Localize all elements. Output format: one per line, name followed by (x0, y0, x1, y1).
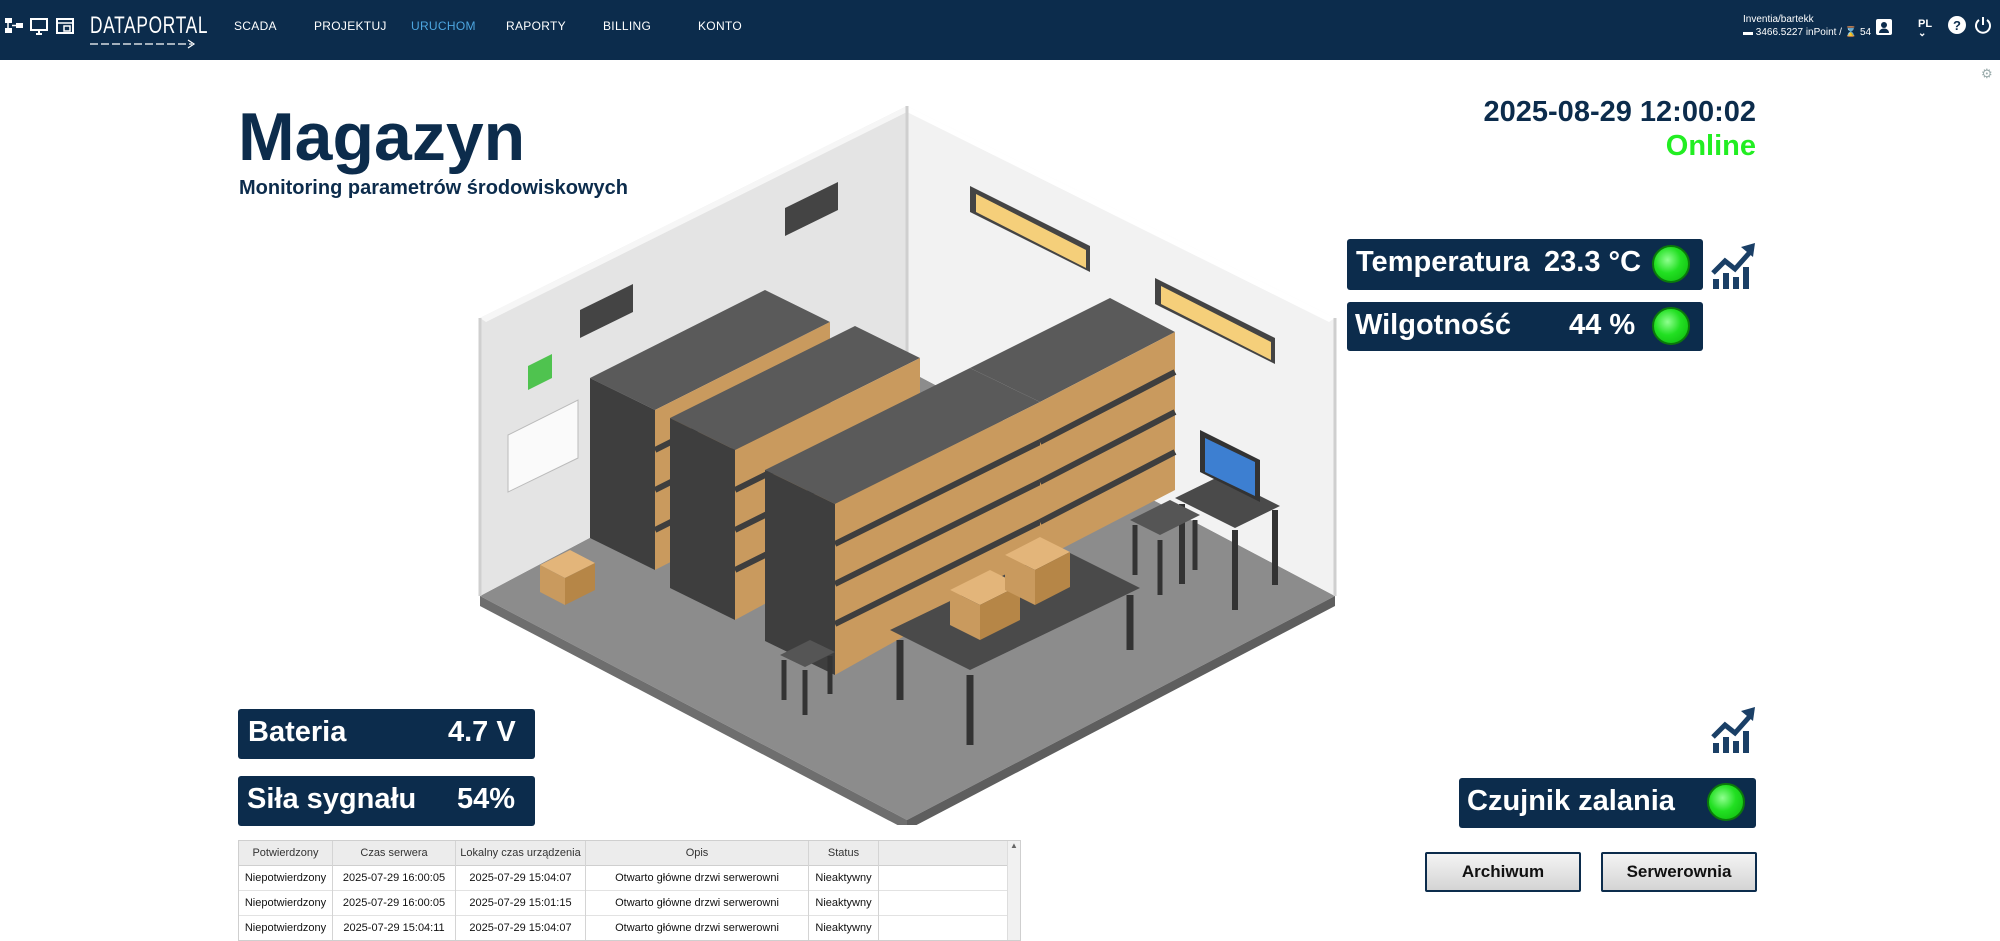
nav-billing[interactable]: BILLING (603, 19, 651, 33)
chevron-down-icon: ⌄ (1918, 28, 1927, 39)
nav-scada[interactable]: SCADA (234, 19, 277, 33)
cell-status: Nieaktywny (809, 866, 879, 891)
gear-icon[interactable]: ⚙ (1981, 66, 1993, 82)
flood-sensor-panel: Czujnik zalania (1459, 778, 1756, 828)
alarm-table: Potwierdzony Czas serwera Lokalny czas u… (238, 840, 1021, 941)
battery-panel: Bateria 4.7 V (238, 709, 535, 759)
column-header-server-time[interactable]: Czas serwera (333, 841, 456, 866)
wallet-icon: ▬ (1743, 27, 1753, 38)
cell-server-time: 2025-07-29 15:04:11 (333, 916, 456, 940)
account-count: 54 (1859, 27, 1872, 38)
temperature-label: Temperatura (1356, 246, 1530, 278)
cell-description: Otwarto główne drzwi serwerowni (586, 866, 809, 891)
temperature-status-led (1652, 245, 1690, 283)
connection-status: Online (1665, 130, 1756, 162)
account-info[interactable]: Inventia/bartekk ▬ 3466.5227 inPoint / ⌛… (1743, 13, 1871, 39)
signal-label: Siła sygnału (247, 783, 417, 815)
cell-status: Nieaktywny (809, 891, 879, 916)
nav-konto[interactable]: KONTO (698, 19, 742, 33)
account-balance: 3466.5227 inPoint / (1755, 27, 1842, 38)
table-header-row: Potwierdzony Czas serwera Lokalny czas u… (239, 841, 1009, 866)
cell-description: Otwarto główne drzwi serwerowni (586, 891, 809, 916)
dataportal-logo[interactable]: DATAPORTAL (88, 10, 208, 50)
battery-label: Bateria (248, 716, 347, 748)
window-icon[interactable] (55, 16, 75, 36)
help-icon[interactable]: ? (1947, 15, 1967, 35)
table-row[interactable]: Niepotwierdzony 2025-07-29 15:04:11 2025… (239, 916, 1009, 940)
nav-projektuj[interactable]: PROJEKTUJ (314, 19, 387, 33)
monitor-icon[interactable] (29, 16, 49, 36)
hourglass-icon: ⌛ (1844, 27, 1858, 38)
column-header-local-time[interactable]: Lokalny czas urządzenia (456, 841, 586, 866)
humidity-value: 44 % (1569, 309, 1636, 341)
cell-status: Nieaktywny (809, 916, 879, 940)
table-row[interactable]: Niepotwierdzony 2025-07-29 16:00:05 2025… (239, 891, 1009, 916)
cell-confirmed: Niepotwierdzony (239, 891, 333, 916)
humidity-panel: Wilgotność 44 % (1347, 302, 1703, 351)
column-header-description[interactable]: Opis (586, 841, 809, 866)
temperature-value: 23.3 °C (1544, 246, 1642, 278)
warehouse-illustration (478, 106, 1337, 825)
nav-uruchom[interactable]: URUCHOM (411, 19, 476, 33)
cell-local-time: 2025-07-29 15:04:07 (456, 916, 586, 940)
account-user: Inventia/bartekk (1743, 14, 1814, 25)
battery-value: 4.7 V (448, 716, 516, 748)
server-room-button[interactable]: Serwerownia (1601, 852, 1757, 892)
table-row[interactable]: Niepotwierdzony 2025-07-29 16:00:05 2025… (239, 866, 1009, 891)
archive-button[interactable]: Archiwum (1425, 852, 1581, 892)
cell-server-time: 2025-07-29 16:00:05 (333, 891, 456, 916)
cell-confirmed: Niepotwierdzony (239, 866, 333, 891)
logo-arrow-icon (90, 39, 196, 49)
humidity-label: Wilgotność (1355, 309, 1512, 341)
cell-local-time: 2025-07-29 15:01:15 (456, 891, 586, 916)
svg-text:?: ? (1953, 18, 1961, 33)
nav-raporty[interactable]: RAPORTY (506, 19, 566, 33)
network-icon[interactable] (4, 16, 24, 36)
column-header-confirmed[interactable]: Potwierdzony (239, 841, 333, 866)
power-icon[interactable] (1973, 15, 1993, 35)
language-selector[interactable]: PL ⌄ (1918, 18, 1932, 39)
signal-value: 54% (457, 783, 516, 815)
account-balance-line: ▬ 3466.5227 inPoint / ⌛ 54 (1743, 26, 1871, 39)
trend-chart-icon[interactable] (1709, 703, 1757, 753)
temperature-panel: Temperatura 23.3 °C (1347, 239, 1703, 290)
cell-confirmed: Niepotwierdzony (239, 916, 333, 940)
signal-panel: Siła sygnału 54% (238, 776, 535, 826)
cell-local-time: 2025-07-29 15:04:07 (456, 866, 586, 891)
scroll-up-icon[interactable]: ▲ (1008, 841, 1020, 850)
humidity-status-led (1652, 307, 1690, 345)
trend-chart-icon[interactable] (1709, 239, 1757, 289)
user-icon[interactable] (1874, 17, 1894, 37)
top-navigation-bar: DATAPORTAL SCADA PROJEKTUJ URUCHOM RAPOR… (0, 0, 2000, 60)
flood-sensor-status-led (1707, 783, 1745, 821)
logo-text: DATAPORTAL (90, 12, 209, 39)
cell-description: Otwarto główne drzwi serwerowni (586, 916, 809, 940)
table-scrollbar[interactable]: ▲ (1007, 841, 1020, 940)
current-datetime: 2025-08-29 12:00:02 (1483, 96, 1756, 128)
flood-sensor-label: Czujnik zalania (1467, 785, 1675, 817)
cell-server-time: 2025-07-29 16:00:05 (333, 866, 456, 891)
column-header-status[interactable]: Status (809, 841, 879, 866)
